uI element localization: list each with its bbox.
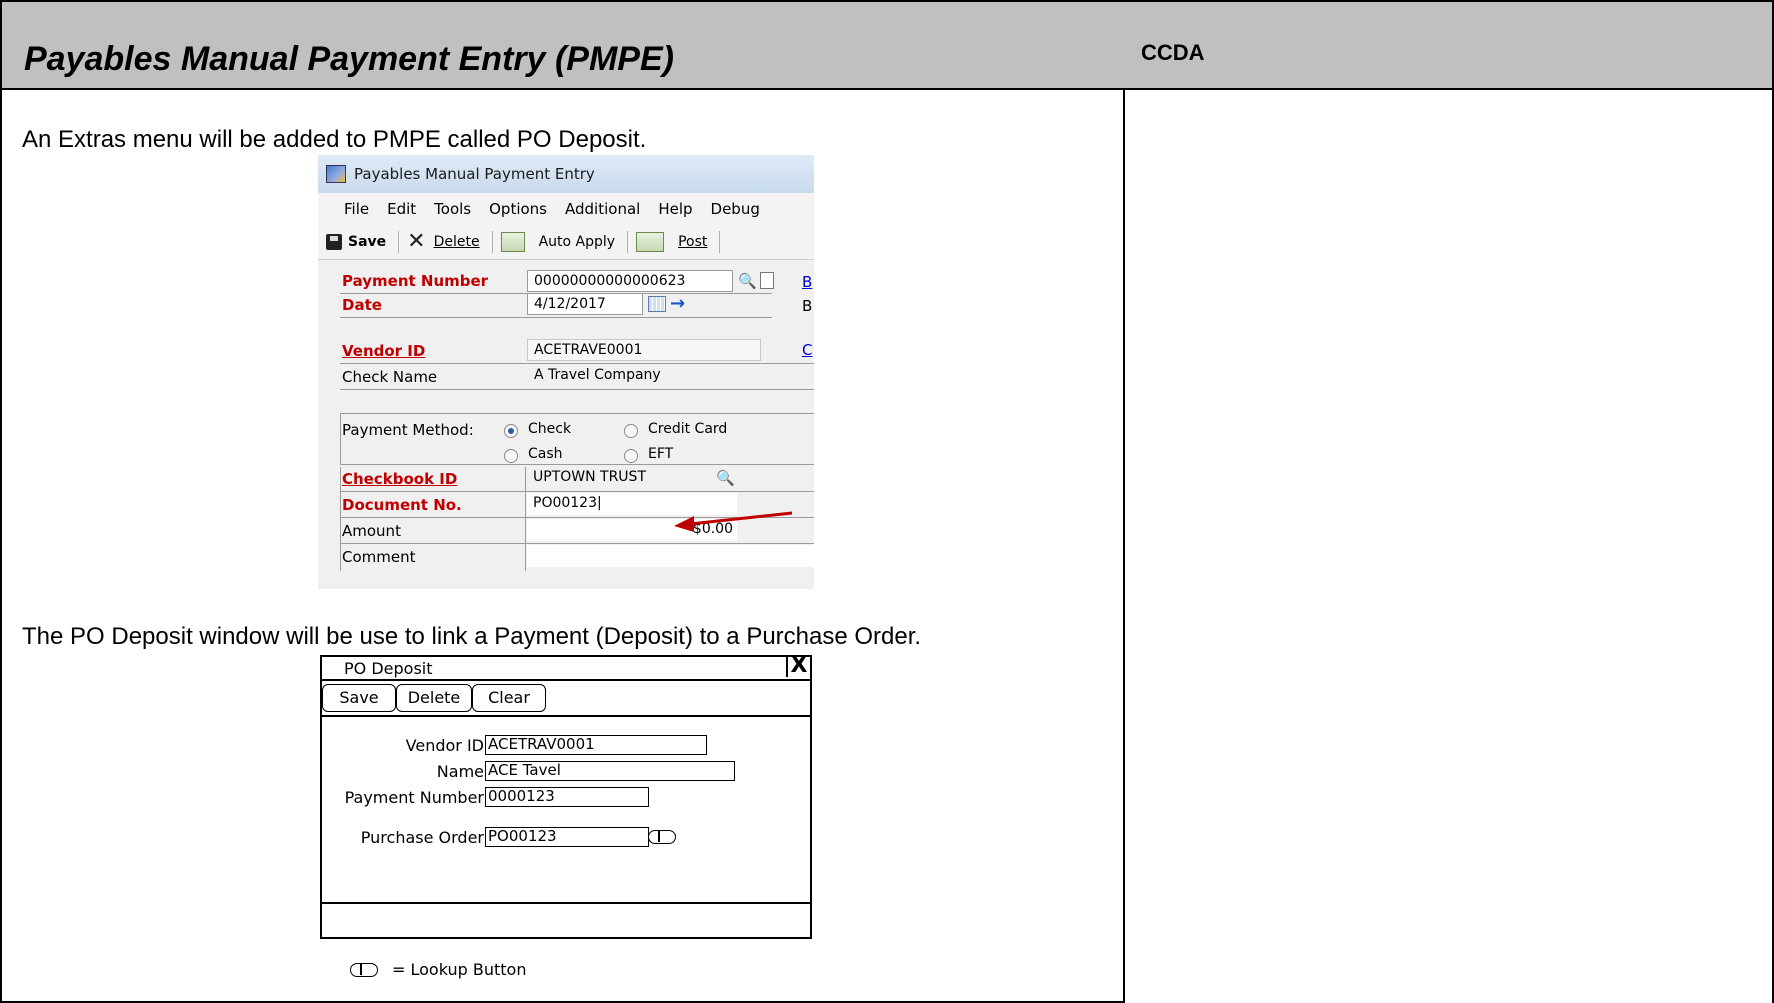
checkbook-id-label[interactable]: Checkbook ID xyxy=(342,470,457,488)
column-divider xyxy=(525,467,526,571)
radio-check[interactable] xyxy=(504,424,518,438)
vendor-id-field[interactable]: ACETRAV0001 xyxy=(485,735,707,755)
toolbar-separator xyxy=(398,231,400,253)
delete-button[interactable]: ✕ Delete xyxy=(407,229,479,254)
vendor-id-label: Vendor ID xyxy=(405,736,484,755)
legend-text: = Lookup Button xyxy=(392,960,527,979)
name-field[interactable]: ACE Tavel xyxy=(485,761,735,781)
purchase-order-field[interactable]: PO00123 xyxy=(485,827,649,847)
toolbar-separator xyxy=(627,231,629,253)
payment-number-label: Payment Number xyxy=(344,788,484,807)
payment-number-row: Payment Number 00000000000000623 🔍 B xyxy=(318,269,814,293)
po-deposit-title: PO Deposit xyxy=(344,659,433,678)
row-divider xyxy=(340,317,772,318)
po-deposit-title-bar: PO Deposit X xyxy=(322,655,810,681)
lookup-button-icon xyxy=(350,962,378,977)
payment-number-label: Payment Number xyxy=(342,272,489,290)
po-deposit-footer-divider xyxy=(322,902,810,905)
comment-field[interactable] xyxy=(527,545,814,567)
vendor-id-field[interactable]: ACETRAVE0001 xyxy=(527,339,761,361)
auto-apply-icon xyxy=(500,232,525,252)
post-icon xyxy=(636,232,665,252)
delete-button[interactable]: Delete xyxy=(396,684,472,712)
save-icon xyxy=(326,234,342,250)
document-no-label: Document No. xyxy=(342,496,462,514)
radio-eft-label: EFT xyxy=(648,446,674,462)
right-column-title: CCDA xyxy=(1141,40,1205,65)
window-title-bar: Payables Manual Payment Entry xyxy=(318,155,814,193)
lookup-icon[interactable]: 🔍 xyxy=(716,469,735,487)
checkbook-id-row: Checkbook ID UPTOWN TRUST 🔍 xyxy=(318,467,814,491)
window-title: Payables Manual Payment Entry xyxy=(354,165,595,183)
post-button[interactable]: Post xyxy=(636,232,707,252)
close-icon[interactable]: X xyxy=(786,655,810,677)
menu-debug[interactable]: Debug xyxy=(711,200,760,218)
menu-tools[interactable]: Tools xyxy=(434,200,471,218)
date-label: Date xyxy=(342,296,382,314)
comment-row: Comment xyxy=(318,545,814,569)
row-divider xyxy=(340,543,814,544)
save-button[interactable]: Save xyxy=(322,684,396,712)
menu-file[interactable]: File xyxy=(344,200,369,218)
header-right-cell xyxy=(1123,0,1774,90)
row-divider xyxy=(340,389,814,390)
row-divider xyxy=(340,491,814,492)
calendar-icon[interactable] xyxy=(648,296,666,312)
auto-apply-button[interactable]: Auto Apply xyxy=(500,232,615,252)
radio-check-label: Check xyxy=(528,421,572,437)
payment-number-field[interactable]: 00000000000000623 xyxy=(527,270,733,292)
toolbar-separator xyxy=(491,231,493,253)
comment-label: Comment xyxy=(342,548,416,566)
app-icon xyxy=(326,165,346,183)
payment-number-field[interactable]: 0000123 xyxy=(485,787,649,807)
menu-help[interactable]: Help xyxy=(658,200,692,218)
check-name-value: A Travel Company xyxy=(534,367,661,383)
note-icon[interactable] xyxy=(760,272,774,289)
menu-edit[interactable]: Edit xyxy=(387,200,416,218)
lookup-icon[interactable]: 🔍 xyxy=(738,272,757,290)
column-divider xyxy=(340,467,341,571)
menu-additional[interactable]: Additional xyxy=(565,200,640,218)
radio-credit-card[interactable] xyxy=(624,424,638,438)
date-row: Date 4/12/2017 → B xyxy=(318,293,814,317)
side-link-b1[interactable]: B xyxy=(802,273,812,291)
paragraph-po-deposit: The PO Deposit window will be use to lin… xyxy=(22,623,922,650)
side-label-b2: B xyxy=(802,297,813,315)
checkbook-id-field[interactable]: UPTOWN TRUST xyxy=(527,467,711,489)
spec-table: Payables Manual Payment Entry (PMPE) CCD… xyxy=(0,0,1774,1003)
toolbar-separator xyxy=(719,231,721,253)
arrow-right-icon[interactable]: → xyxy=(670,293,685,314)
side-link-c[interactable]: C xyxy=(802,341,812,359)
radio-credit-card-label: Credit Card xyxy=(648,421,728,437)
radio-eft[interactable] xyxy=(624,449,638,463)
payment-method-label: Payment Method: xyxy=(342,421,474,439)
date-field[interactable]: 4/12/2017 xyxy=(527,293,643,315)
save-button[interactable]: Save xyxy=(326,234,386,250)
toolbar: Save ✕ Delete Auto Apply Post xyxy=(318,225,814,260)
clear-button[interactable]: Clear xyxy=(472,684,546,712)
paragraph-extras-menu: An Extras menu will be added to PMPE cal… xyxy=(22,126,647,153)
section-title: Payables Manual Payment Entry (PMPE) xyxy=(24,40,674,78)
menu-bar: File Edit Tools Options Additional Help … xyxy=(318,193,814,225)
delete-icon: ✕ xyxy=(407,229,426,254)
body-right-cell xyxy=(1123,88,1774,1003)
check-name-row: Check Name A Travel Company xyxy=(318,365,814,389)
menu-options[interactable]: Options xyxy=(489,200,547,218)
row-divider xyxy=(340,363,814,364)
radio-cash[interactable] xyxy=(504,449,518,463)
po-deposit-button-bar: Save Delete Clear xyxy=(322,681,810,717)
annotation-arrow xyxy=(674,511,793,532)
purchase-order-label: Purchase Order xyxy=(360,828,484,847)
amount-label: Amount xyxy=(342,522,401,540)
vendor-id-row: Vendor ID ACETRAVE0001 C xyxy=(318,339,814,363)
check-name-label: Check Name xyxy=(342,368,438,386)
legend: = Lookup Button xyxy=(350,960,526,979)
po-deposit-window: PO Deposit X Save Delete Clear Vendor ID… xyxy=(320,655,812,939)
radio-cash-label: Cash xyxy=(528,446,563,462)
name-label: Name xyxy=(436,762,484,781)
vendor-id-label[interactable]: Vendor ID xyxy=(342,342,425,360)
lookup-button[interactable] xyxy=(648,830,676,844)
